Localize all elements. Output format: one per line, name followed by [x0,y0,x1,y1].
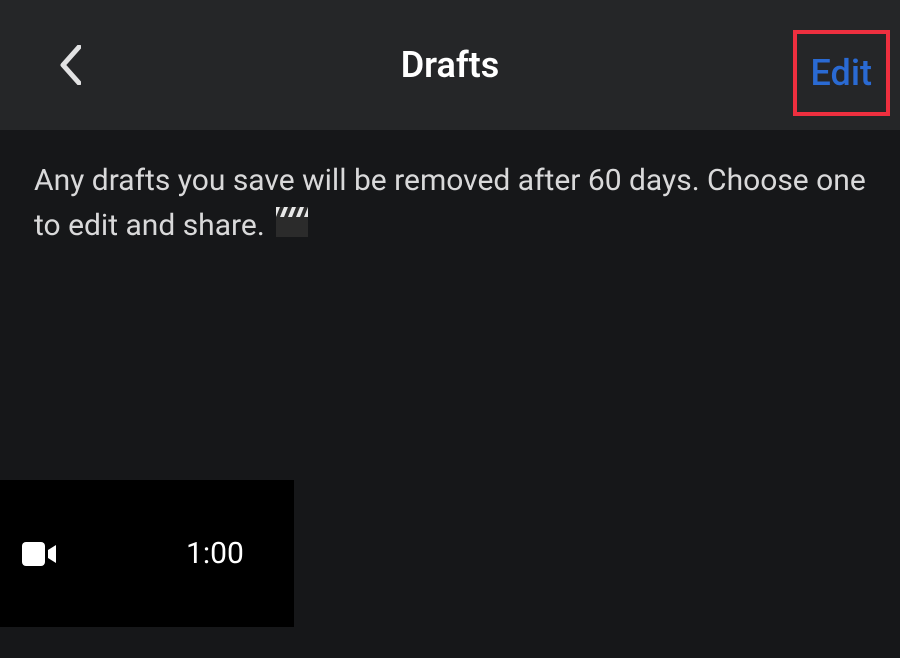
page-title: Drafts [401,44,500,86]
chevron-left-icon [59,45,81,85]
draft-item[interactable]: 1:00 [0,480,294,627]
info-text-content: Any drafts you save will be removed afte… [34,163,866,243]
info-text: Any drafts you save will be removed afte… [0,130,900,278]
edit-button[interactable]: Edit [811,52,872,94]
video-indicator [22,542,56,566]
edit-highlight-box: Edit [793,30,890,116]
draft-duration: 1:00 [186,536,244,571]
clapperboard-icon [276,205,308,250]
back-button[interactable] [50,40,90,90]
header: Drafts Edit [0,0,900,130]
video-camera-icon [22,542,56,566]
